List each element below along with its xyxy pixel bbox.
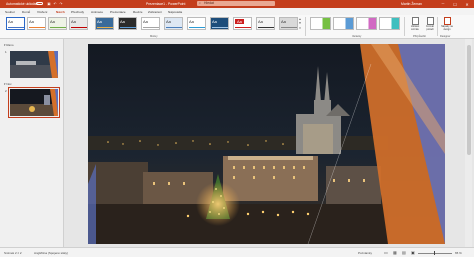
theme-6[interactable]: Aa — [118, 17, 137, 30]
document-title: Prezentace1 - PowerPoint — [146, 2, 186, 6]
variant-2[interactable] — [333, 17, 354, 30]
slide-thumbnail-1[interactable] — [10, 51, 58, 78]
search-input[interactable]: ⌕ Hledat — [197, 1, 275, 7]
autosave-toggle[interactable] — [36, 2, 43, 6]
undo-icon[interactable]: ↶ — [53, 2, 57, 6]
theme-3[interactable]: Aa — [48, 17, 67, 30]
format-background-label: Formát pozadí — [426, 25, 434, 31]
zoom-level[interactable]: 65 % — [455, 251, 462, 255]
section-noc[interactable]: ▾ Noc — [4, 82, 12, 86]
tab-animations[interactable]: Animace — [91, 10, 103, 14]
theme-label: Aa — [97, 19, 102, 24]
tab-slideshow[interactable]: Prezentace — [110, 10, 126, 14]
tab-view[interactable]: Zobrazení — [148, 10, 162, 14]
redo-icon[interactable]: ↷ — [59, 2, 63, 6]
ribbon: Aa Aa Aa Aa Aa Aa Aa Aa Aa Aa Aa Aa Aa ▲… — [0, 15, 474, 39]
reading-view-icon[interactable]: ▤ — [402, 250, 406, 255]
slide-number: 2 — [5, 89, 7, 93]
theme-label: Aa — [120, 19, 125, 24]
theme-7[interactable]: Aa — [141, 17, 160, 30]
search-placeholder: Hledat — [204, 1, 214, 6]
theme-8[interactable]: Aa — [164, 17, 183, 30]
theme-10[interactable]: Aa — [210, 17, 229, 30]
theme-9[interactable]: Aa — [187, 17, 206, 30]
theme-13[interactable]: Aa — [279, 17, 298, 30]
scrollbar-thumb[interactable] — [466, 45, 471, 155]
vertical-scrollbar[interactable] — [465, 39, 472, 247]
normal-view-icon[interactable]: ▭ — [384, 250, 388, 255]
group-themes-label: Motivy — [150, 34, 158, 38]
minimize-button[interactable]: ─ — [440, 2, 446, 6]
divider — [305, 17, 306, 36]
theme-label: Aa — [189, 19, 194, 24]
language-indicator[interactable]: Angličtina (Spojené státy) — [34, 251, 68, 255]
maximize-button[interactable]: ☐ — [452, 2, 458, 7]
search-icon: ⌕ — [199, 1, 201, 6]
save-icon[interactable]: ▣ — [47, 2, 51, 6]
tab-review[interactable]: Revize — [133, 10, 142, 14]
theme-label: Aa — [212, 19, 217, 24]
tab-insert[interactable]: Vložení — [37, 10, 47, 14]
theme-5[interactable]: Aa — [95, 17, 114, 30]
section-label: Rano — [6, 43, 14, 47]
autosave-label: Automatické ukládání — [6, 2, 39, 6]
variant-3[interactable] — [356, 17, 377, 30]
tab-home[interactable]: Domů — [22, 10, 30, 14]
theme-label: Aa — [143, 19, 148, 24]
slide-canvas[interactable] — [88, 44, 445, 244]
variant-1[interactable] — [310, 17, 331, 30]
designer-icon — [443, 17, 451, 25]
divider — [404, 17, 405, 36]
theme-4[interactable]: Aa — [69, 17, 88, 30]
theme-2[interactable]: Aa — [27, 17, 46, 30]
group-customize-label: Přizpůsobit — [413, 34, 426, 38]
notes-button[interactable]: Poznámky — [358, 251, 372, 255]
section-label: Noc — [6, 82, 12, 86]
design-ideas-label: Nápady na design — [441, 25, 453, 31]
close-button[interactable]: ✕ — [464, 2, 470, 7]
night-city-photo — [88, 44, 445, 244]
slide-number: 1 — [5, 50, 7, 54]
ribbon-tabs: Soubor Domů Vložení Návrh Přechody Anima… — [0, 8, 474, 16]
thumbnail-2-image — [10, 89, 58, 116]
theme-label: Aa — [235, 19, 244, 24]
group-designer-label: Designer — [440, 34, 451, 38]
tab-transitions[interactable]: Přechody — [71, 10, 84, 14]
slide-size-label: Velikost snímku — [410, 25, 420, 31]
user-name[interactable]: Martin Žeman — [401, 2, 422, 6]
themes-scroll[interactable]: ▲ ▼ ▾ — [298, 17, 302, 30]
divider — [437, 17, 438, 36]
theme-label: Aa — [50, 19, 55, 24]
theme-label: Aa — [258, 19, 263, 24]
theme-office[interactable]: Aa — [6, 17, 25, 30]
thumbnail-1-image — [10, 51, 58, 78]
theme-11[interactable]: Aa — [233, 17, 252, 30]
slide-thumbnails-pane: ▾ Rano 1 ▾ Noc 2 — [0, 39, 64, 247]
theme-label: Aa — [166, 19, 171, 24]
tab-file[interactable]: Soubor — [5, 10, 15, 14]
slideshow-icon[interactable]: ▣ — [411, 250, 415, 255]
slide-count: Snímek 2 z 2 — [4, 251, 22, 255]
status-bar: Snímek 2 z 2 Angličtina (Spojené státy) … — [0, 247, 474, 257]
format-background-icon — [426, 17, 434, 25]
group-variants-label: Varianty — [352, 34, 362, 38]
section-rano[interactable]: ▾ Rano — [4, 43, 14, 47]
zoom-slider-knob[interactable] — [434, 251, 436, 255]
theme-label: Aa — [71, 19, 76, 24]
theme-label: Aa — [281, 19, 286, 24]
theme-label: Aa — [29, 19, 34, 24]
slide-size-icon — [411, 17, 419, 25]
slide-sorter-icon[interactable]: ▦ — [393, 250, 397, 255]
title-bar: Automatické ukládání ▣ ↶ ↷ Prezentace1 -… — [0, 0, 474, 8]
variant-4[interactable] — [379, 17, 400, 30]
tab-help[interactable]: Nápověda — [168, 10, 182, 14]
theme-label: Aa — [8, 19, 13, 24]
slide-thumbnail-2[interactable] — [8, 87, 60, 118]
theme-12[interactable]: Aa — [256, 17, 275, 30]
